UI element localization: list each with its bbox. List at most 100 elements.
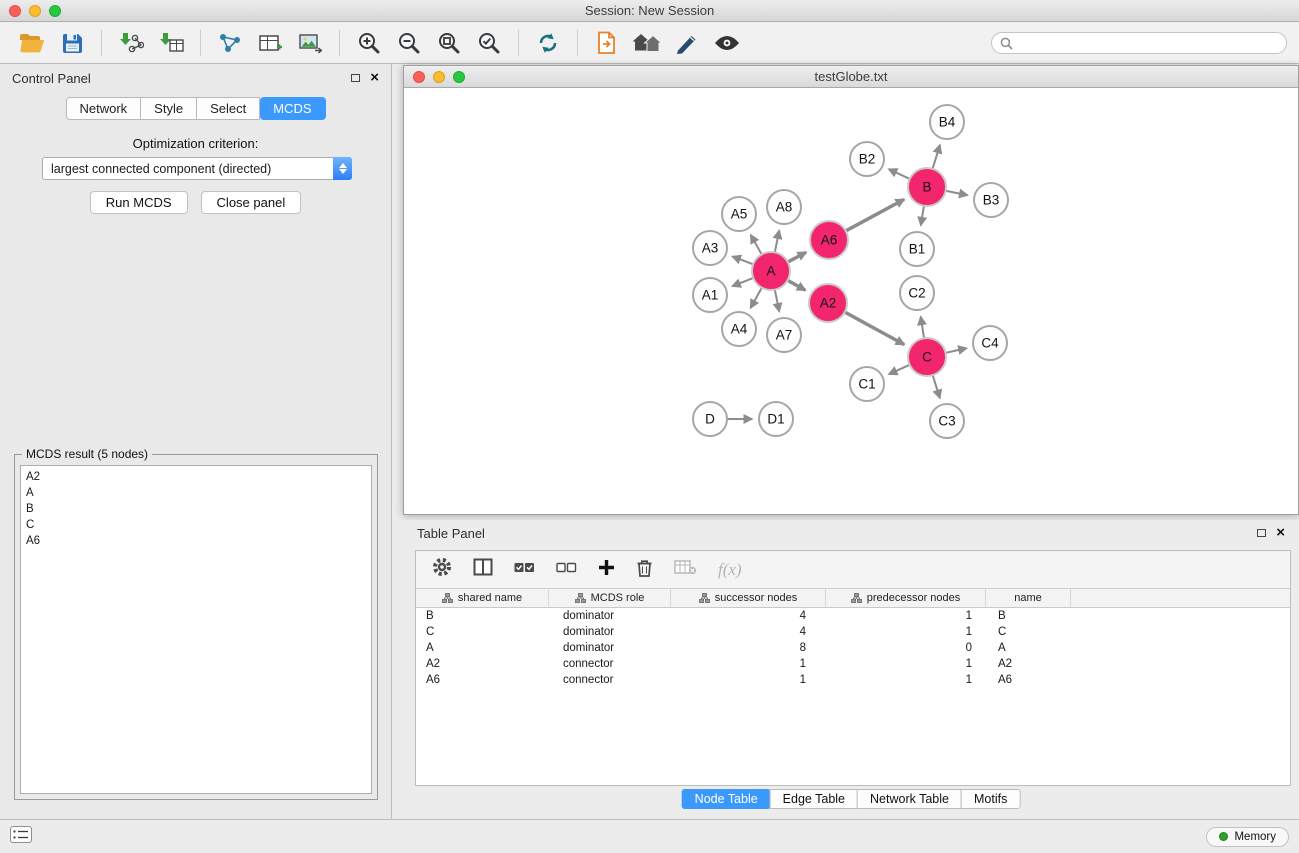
- table-cell[interactable]: A6: [416, 672, 549, 688]
- node-B4[interactable]: B4: [930, 105, 964, 139]
- mcds-result-item[interactable]: C: [26, 517, 366, 533]
- table-cell[interactable]: C: [416, 624, 549, 640]
- float-table-panel-icon[interactable]: [1257, 529, 1266, 537]
- search-field[interactable]: [991, 32, 1287, 54]
- edge-A6-B[interactable]: [846, 199, 904, 231]
- column-header-name[interactable]: name: [986, 589, 1071, 607]
- memory-button[interactable]: Memory: [1206, 827, 1289, 847]
- node-B1[interactable]: B1: [900, 232, 934, 266]
- tab-network[interactable]: Network: [65, 97, 141, 120]
- close-window-button[interactable]: [9, 5, 21, 17]
- import-network-file-button[interactable]: [114, 27, 148, 59]
- edge-B-B2[interactable]: [889, 169, 910, 179]
- table-cell[interactable]: dominator: [549, 640, 671, 656]
- export-image-button[interactable]: [293, 27, 327, 59]
- mcds-result-item[interactable]: A: [26, 485, 366, 501]
- node-A8[interactable]: A8: [767, 190, 801, 224]
- edge-A-A5[interactable]: [751, 235, 762, 255]
- mcds-result-list[interactable]: A2ABCA6: [20, 465, 372, 794]
- edge-C-C3[interactable]: [933, 375, 940, 398]
- table-cell[interactable]: 1: [826, 608, 986, 624]
- zoom-selected-button[interactable]: [472, 27, 506, 59]
- table-settings-button[interactable]: [432, 557, 452, 582]
- open-document-button[interactable]: [590, 27, 624, 59]
- run-mcds-button[interactable]: Run MCDS: [90, 191, 188, 214]
- edge-A-A7[interactable]: [775, 290, 779, 312]
- tab-style[interactable]: Style: [141, 97, 197, 120]
- table-row[interactable]: A2connector11A2: [416, 656, 1290, 672]
- node-B2[interactable]: B2: [850, 142, 884, 176]
- table-cell[interactable]: A6: [986, 672, 1071, 688]
- zoom-in-button[interactable]: [352, 27, 386, 59]
- table-cell[interactable]: 4: [671, 624, 826, 640]
- node-D1[interactable]: D1: [759, 402, 793, 436]
- column-header-predecessor-nodes[interactable]: predecessor nodes: [826, 589, 986, 607]
- edge-C-C1[interactable]: [889, 365, 910, 374]
- graphics-details-button[interactable]: [670, 27, 704, 59]
- minimize-window-button[interactable]: [29, 5, 41, 17]
- import-table-file-button[interactable]: [154, 27, 188, 59]
- delete-column-button[interactable]: [636, 558, 653, 582]
- edge-A-A2[interactable]: [788, 280, 806, 290]
- column-header-successor-nodes[interactable]: successor nodes: [671, 589, 826, 607]
- tab-edge-table[interactable]: Edge Table: [770, 789, 858, 809]
- tab-select[interactable]: Select: [197, 97, 260, 120]
- tab-node-table[interactable]: Node Table: [682, 789, 771, 809]
- table-cell[interactable]: B: [986, 608, 1071, 624]
- close-table-panel-icon[interactable]: ×: [1276, 528, 1285, 538]
- show-hide-button[interactable]: [710, 27, 744, 59]
- zoom-fit-button[interactable]: [432, 27, 466, 59]
- edge-A-A4[interactable]: [751, 288, 762, 308]
- table-cell[interactable]: A: [416, 640, 549, 656]
- mcds-result-item[interactable]: A2: [26, 469, 366, 485]
- close-panel-icon[interactable]: ×: [370, 73, 379, 83]
- float-panel-icon[interactable]: [351, 74, 360, 82]
- table-cell[interactable]: A2: [416, 656, 549, 672]
- network-zoom-button[interactable]: [453, 71, 465, 83]
- table-cell[interactable]: 4: [671, 608, 826, 624]
- table-cell[interactable]: 1: [826, 656, 986, 672]
- apply-layout-button[interactable]: [531, 27, 565, 59]
- edge-B-B4[interactable]: [933, 145, 940, 169]
- mcds-result-item[interactable]: B: [26, 501, 366, 517]
- home-button[interactable]: [630, 27, 664, 59]
- table-cell[interactable]: B: [416, 608, 549, 624]
- edge-A-A3[interactable]: [732, 256, 753, 264]
- select-all-columns-button[interactable]: [514, 560, 535, 580]
- new-table-button[interactable]: [253, 27, 287, 59]
- node-C[interactable]: C: [908, 338, 946, 376]
- node-D[interactable]: D: [693, 402, 727, 436]
- node-A3[interactable]: A3: [693, 231, 727, 265]
- edge-A2-C[interactable]: [845, 312, 904, 344]
- table-row[interactable]: A6connector11A6: [416, 672, 1290, 688]
- table-cell[interactable]: 1: [671, 672, 826, 688]
- table-cell[interactable]: A2: [986, 656, 1071, 672]
- node-A[interactable]: A: [752, 252, 790, 290]
- node-A2[interactable]: A2: [809, 284, 847, 322]
- edge-A-A1[interactable]: [732, 278, 753, 286]
- tab-network-table[interactable]: Network Table: [857, 789, 962, 809]
- table-cell[interactable]: 1: [826, 624, 986, 640]
- node-B3[interactable]: B3: [974, 183, 1008, 217]
- node-A5[interactable]: A5: [722, 197, 756, 231]
- show-columns-button[interactable]: [473, 558, 493, 581]
- node-A1[interactable]: A1: [693, 278, 727, 312]
- edge-A-A6[interactable]: [788, 252, 806, 262]
- dropdown-stepper-icon[interactable]: [333, 157, 352, 180]
- table-row[interactable]: Cdominator41C: [416, 624, 1290, 640]
- column-header-shared-name[interactable]: shared name: [416, 589, 549, 607]
- table-row[interactable]: Adominator80A: [416, 640, 1290, 656]
- node-C4[interactable]: C4: [973, 326, 1007, 360]
- optimization-criterion-dropdown[interactable]: largest connected component (directed): [42, 157, 352, 180]
- table-cell[interactable]: 8: [671, 640, 826, 656]
- zoom-out-button[interactable]: [392, 27, 426, 59]
- edge-B-B3[interactable]: [946, 191, 968, 195]
- search-input[interactable]: [1018, 36, 1278, 50]
- table-cell[interactable]: connector: [549, 656, 671, 672]
- network-minimize-button[interactable]: [433, 71, 445, 83]
- task-history-button[interactable]: [10, 826, 32, 848]
- mcds-result-item[interactable]: A6: [26, 533, 366, 549]
- open-session-button[interactable]: [15, 27, 49, 59]
- network-close-button[interactable]: [413, 71, 425, 83]
- edge-B-B1[interactable]: [921, 206, 924, 226]
